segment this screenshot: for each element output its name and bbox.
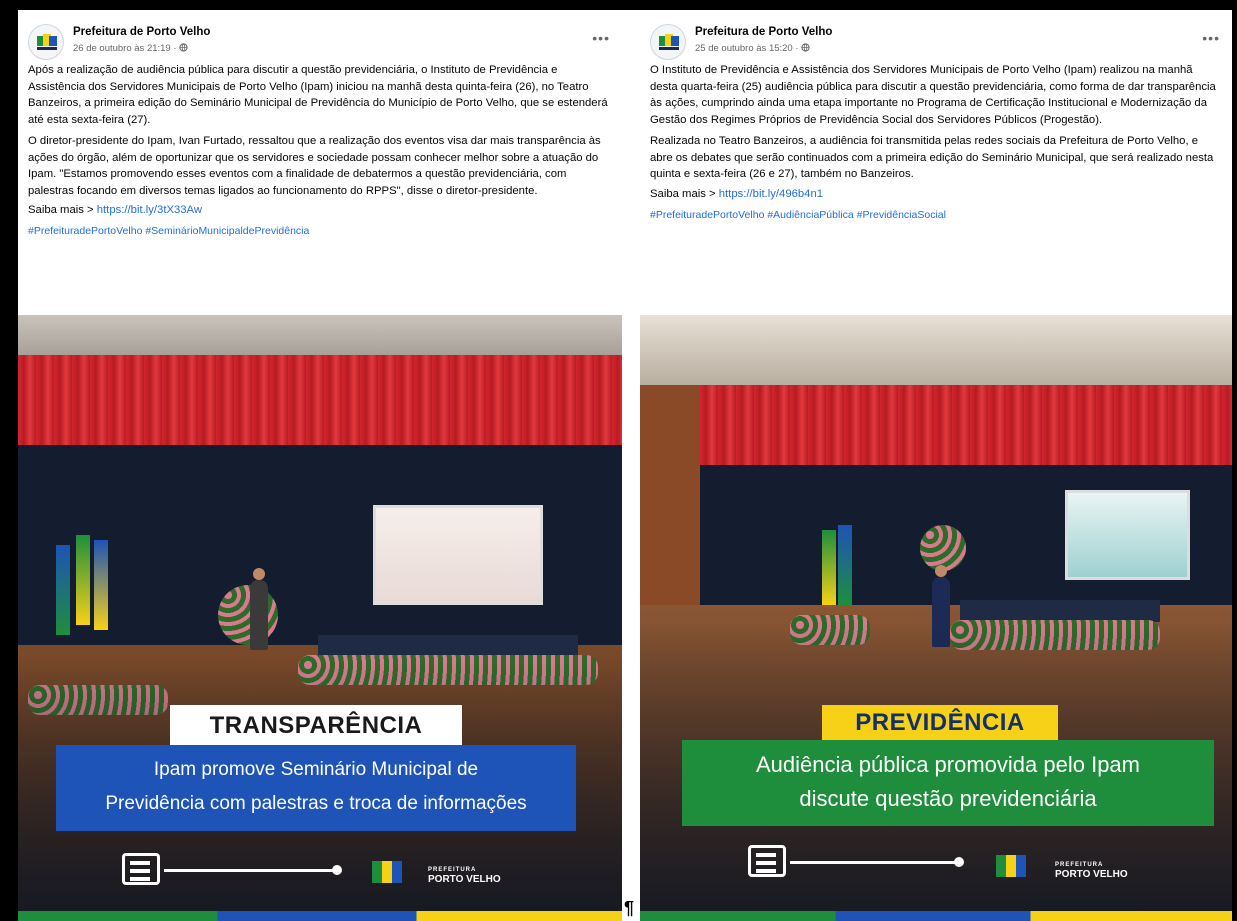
page-name[interactable]: Prefeitura de Porto Velho <box>73 26 210 38</box>
red-curtain <box>18 355 622 445</box>
post-date-text[interactable]: 25 de outubro às 15:20 · <box>695 43 801 54</box>
post-link[interactable]: https://bit.ly/3tX33Aw <box>97 204 202 216</box>
flag <box>838 525 852 605</box>
flag <box>822 530 836 605</box>
post-date-text[interactable]: 26 de outubro às 21:19 · <box>73 43 179 54</box>
speakers-table <box>960 600 1160 622</box>
flower-arrangement <box>920 525 966 571</box>
post-paragraph: Realizada no Teatro Banzeiros, a audiênc… <box>650 135 1214 180</box>
post-paragraph: Após a realização de audiência pública p… <box>28 64 608 126</box>
pilcrow-mark: ¶ <box>624 898 635 918</box>
divider-dot <box>332 865 342 875</box>
top-border <box>0 0 1237 10</box>
divider-line <box>790 861 956 864</box>
post-link[interactable]: https://bit.ly/496b4n1 <box>719 188 823 200</box>
projection-screen <box>373 505 543 605</box>
page-avatar[interactable] <box>28 24 64 60</box>
post-paragraph: O diretor-presidente do Ipam, Ivan Furta… <box>28 135 601 197</box>
headline-line-1: Audiência pública promovida pelo Ipam <box>755 752 1140 777</box>
flag <box>94 540 108 630</box>
red-curtain <box>700 385 1232 465</box>
saiba-mais-label: Saiba mais > <box>650 187 719 200</box>
page-avatar[interactable] <box>650 24 686 60</box>
post-text: O Instituto de Previdência e Assistência… <box>640 62 1232 183</box>
facebook-post-right: Prefeitura de Porto Velho 25 de outubro … <box>640 10 1232 921</box>
more-options-icon[interactable]: ••• <box>1202 30 1220 46</box>
headline-line-2: Previdência com palestras e troca de inf… <box>105 793 527 814</box>
post-text: Após a realização de audiência pública p… <box>18 62 622 199</box>
logo-big-text: PORTO VELHO <box>1055 869 1128 880</box>
divider-dot <box>954 857 964 867</box>
page-name[interactable]: Prefeitura de Porto Velho <box>695 26 832 38</box>
logo-big-text: PORTO VELHO <box>428 874 501 885</box>
globe-icon <box>801 43 810 54</box>
globe-icon <box>179 43 188 54</box>
theater-scene <box>640 315 1232 921</box>
divider-line <box>164 869 334 872</box>
post-timestamp[interactable]: 25 de outubro às 15:20 · <box>695 43 810 54</box>
headline-banner: Audiência pública promovida pelo Ipam di… <box>682 740 1214 826</box>
prefeitura-logo-icon <box>372 861 402 883</box>
newspaper-icon <box>748 845 786 877</box>
prefeitura-logo-text: PREFEITURA PORTO VELHO <box>1055 860 1128 880</box>
flower-arrangement <box>218 585 278 645</box>
color-stripe <box>640 911 1232 921</box>
post-paragraph: O Instituto de Previdência e Assistência… <box>650 64 1216 126</box>
speakers-table <box>318 635 578 657</box>
post-image[interactable]: TRANSPARÊNCIA Ipam promove Seminário Mun… <box>18 315 622 921</box>
wood-panel <box>640 385 700 621</box>
speaker <box>250 568 268 650</box>
ceiling <box>640 315 1232 385</box>
headline-line-1: Ipam promove Seminário Municipal de <box>153 759 479 780</box>
post-hashtags[interactable]: #PrefeituradePortoVelho #AudiênciaPúblic… <box>640 209 1232 221</box>
facebook-post-left: Prefeitura de Porto Velho 26 de outubro … <box>18 10 622 921</box>
more-options-icon[interactable]: ••• <box>592 30 610 46</box>
category-tag: TRANSPARÊNCIA <box>170 705 462 747</box>
prefeitura-logo-icon <box>996 855 1026 877</box>
post-image[interactable]: PREVIDÊNCIA Audiência pública promovida … <box>640 315 1232 921</box>
saiba-mais-line: Saiba mais > https://bit.ly/496b4n1 <box>640 188 1232 200</box>
post-header: Prefeitura de Porto Velho 26 de outubro … <box>18 10 622 62</box>
flag <box>56 545 70 635</box>
headline-banner: Ipam promove Seminário Municipal de Prev… <box>56 745 576 831</box>
flag <box>76 535 90 625</box>
left-border <box>0 0 18 921</box>
newspaper-icon <box>122 853 160 885</box>
headline-line-2: discute questão previdenciária <box>799 786 1097 811</box>
post-timestamp[interactable]: 26 de outubro às 21:19 · <box>73 43 188 54</box>
color-stripe <box>18 911 622 921</box>
prefeitura-logo-text: PREFEITURA PORTO VELHO <box>428 865 501 885</box>
post-header: Prefeitura de Porto Velho 25 de outubro … <box>640 10 1232 62</box>
saiba-mais-label: Saiba mais > <box>28 204 97 216</box>
saiba-mais-line: Saiba mais > https://bit.ly/3tX33Aw <box>18 204 622 216</box>
category-tag: PREVIDÊNCIA <box>822 705 1058 741</box>
post-hashtags[interactable]: #PrefeituradePortoVelho #SeminárioMunici… <box>18 225 622 237</box>
projection-screen <box>1065 490 1190 580</box>
ceiling <box>18 315 622 355</box>
